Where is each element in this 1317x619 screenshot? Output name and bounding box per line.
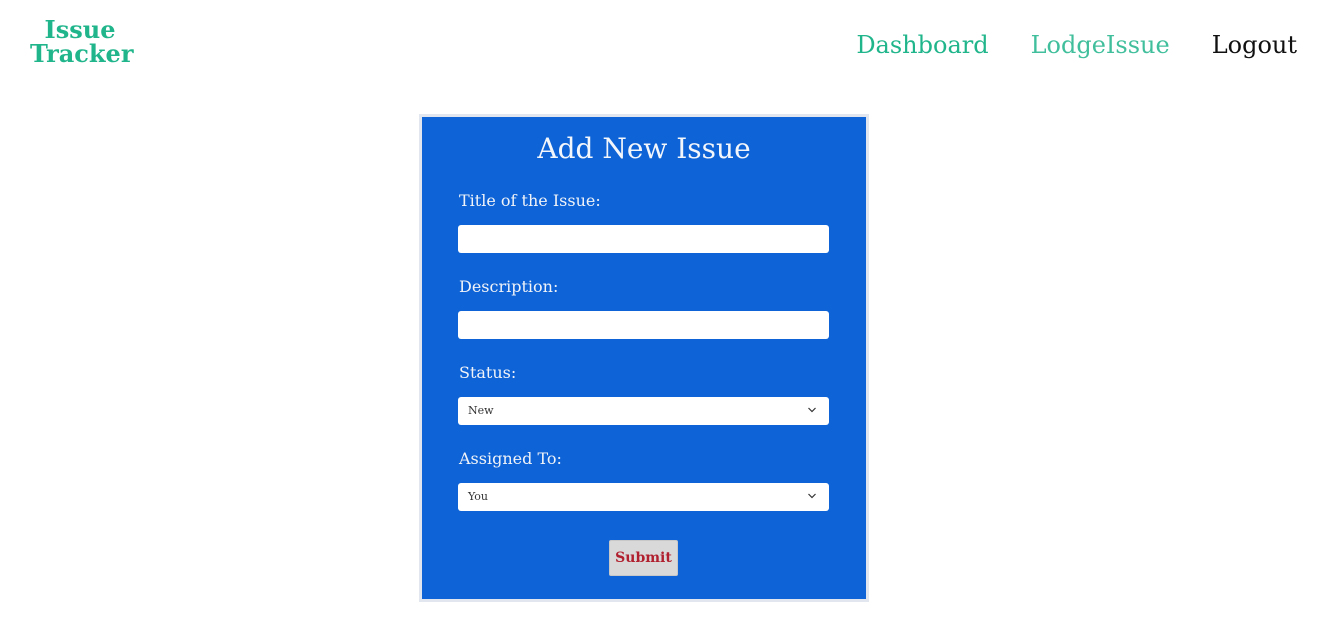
title-input[interactable] [458, 225, 829, 253]
add-issue-form: Add New Issue Title of the Issue: Descri… [419, 114, 869, 602]
assigned-select[interactable]: You [458, 483, 829, 511]
status-select-value: New [468, 404, 494, 417]
chevron-down-icon [808, 493, 816, 499]
nav-link-lodge-issue[interactable]: LodgeIssue [1031, 30, 1170, 60]
title-label: Title of the Issue: [459, 191, 601, 210]
top-nav: Dashboard LodgeIssue Logout [856, 30, 1297, 60]
submit-button[interactable]: Submit [609, 540, 678, 576]
assigned-label: Assigned To: [459, 449, 562, 468]
chevron-down-icon [808, 407, 816, 413]
brand-line-2: Tracker [30, 39, 134, 68]
description-input[interactable] [458, 311, 829, 339]
nav-link-dashboard[interactable]: Dashboard [856, 30, 988, 60]
description-label: Description: [459, 277, 559, 296]
brand-logo[interactable]: Issue Tracker [30, 18, 134, 68]
status-label: Status: [459, 363, 517, 382]
assigned-select-value: You [468, 490, 489, 503]
form-title: Add New Issue [537, 132, 751, 165]
nav-link-logout[interactable]: Logout [1212, 30, 1297, 60]
status-select[interactable]: New [458, 397, 829, 425]
